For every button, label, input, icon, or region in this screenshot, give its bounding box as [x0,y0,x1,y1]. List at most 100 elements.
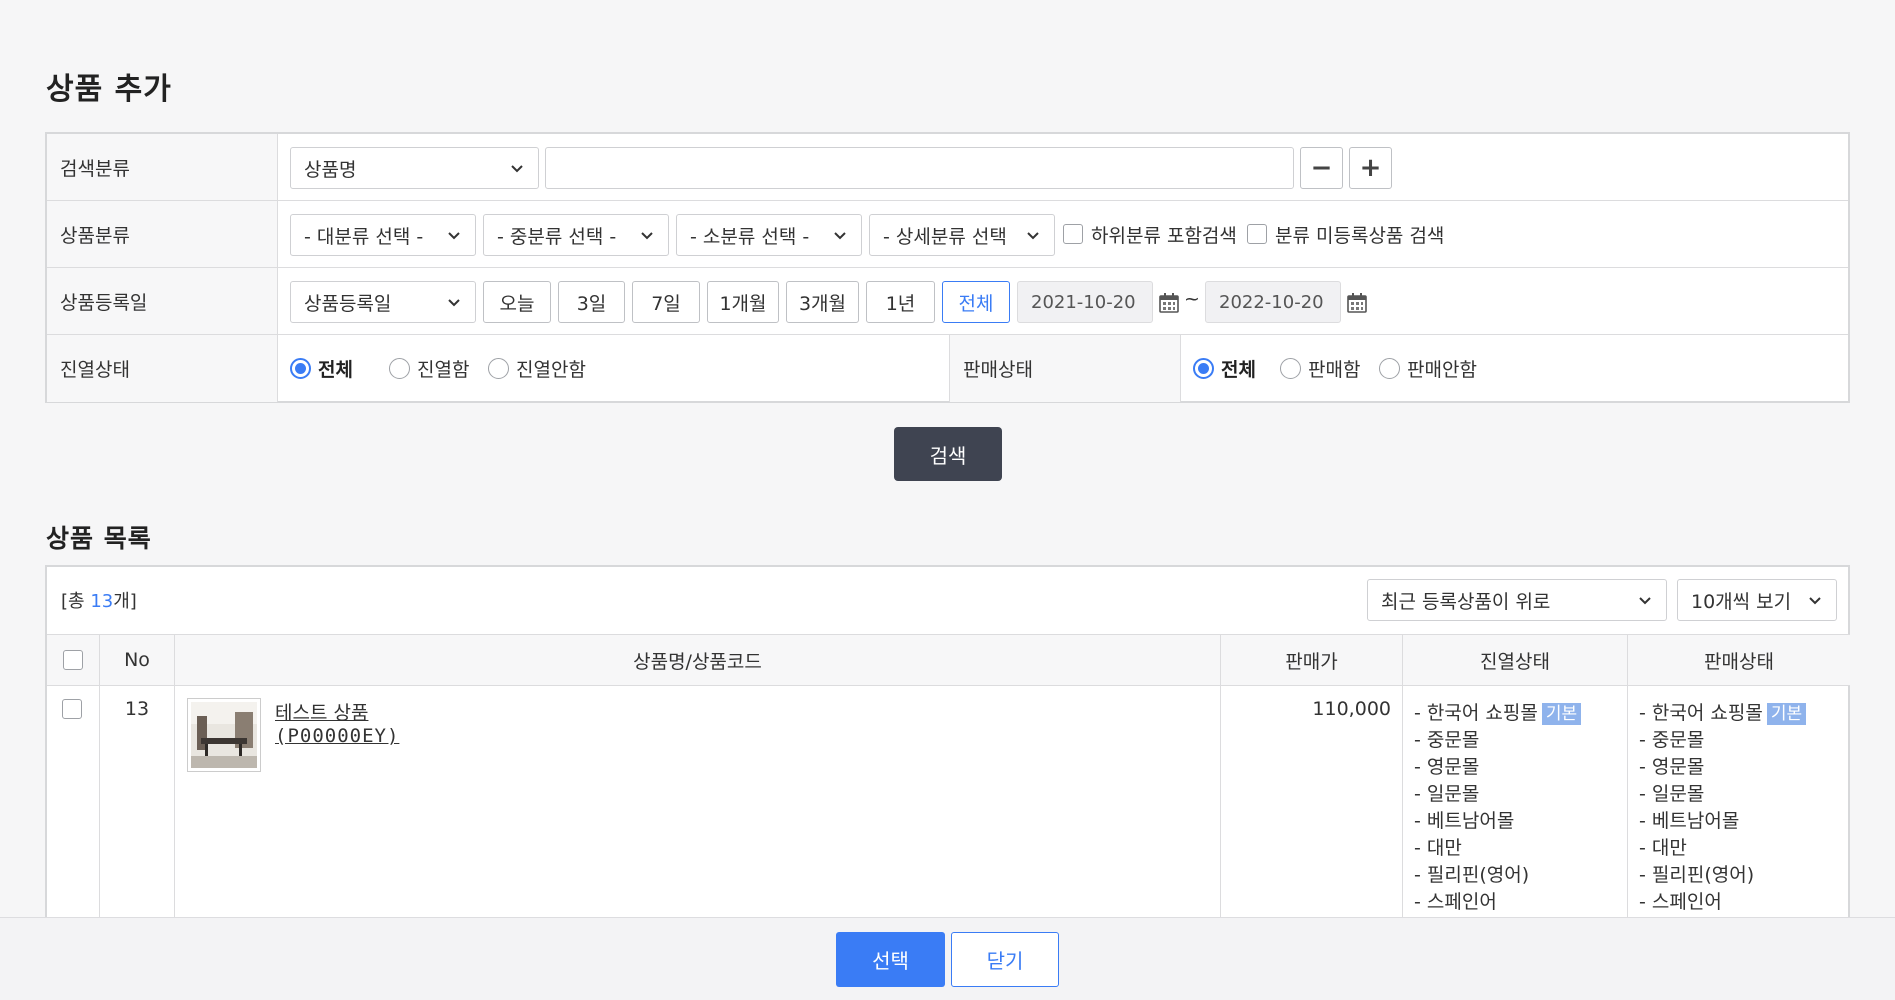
header-display: 진열상태 [1403,634,1628,686]
category-medium-select[interactable]: - 중분류 선택 - [483,214,669,256]
display-hidden-radio[interactable] [488,358,509,379]
calendar-icon[interactable] [1346,292,1368,314]
sort-select[interactable]: 최근 등록상품이 위로 [1367,579,1667,621]
page-title: 상품 추가 [46,72,172,107]
sale-mall-list: - 한국어 쇼핑몰 기본 - 중문몰 - 영문몰 - 일문몰 - 베트남어몰 - … [1628,686,1850,917]
row-status: 진열상태 전체 진열함 진열안함 판매상태 전체 판매함 판매안함 [47,335,1848,402]
sale-all-label[interactable]: 전체 [1221,355,1256,382]
search-form: 검색분류 상품명 − + 상품분류 - 대분류 선택 - - 중분류 선택 - … [45,132,1850,403]
minus-icon: − [1310,153,1333,183]
list-item: - 베트남어몰 [1414,810,1515,832]
chevron-down-icon [1639,597,1651,605]
period-today-button[interactable]: 오늘 [483,281,551,323]
list-item: - 베트남어몰 [1639,810,1740,832]
search-type-select[interactable]: 상품명 [290,147,539,189]
plus-icon: + [1359,153,1382,183]
date-separator: ~ [1184,288,1200,310]
sale-on-label[interactable]: 판매함 [1308,355,1360,382]
sale-off-label[interactable]: 판매안함 [1407,355,1477,382]
label-product-category: 상품분류 [47,201,278,267]
display-hidden-label[interactable]: 진열안함 [516,355,586,382]
list-item: - 필리핀(영어) [1414,864,1530,886]
close-button[interactable]: 닫기 [951,932,1059,987]
chevron-down-icon [1027,232,1039,240]
display-all-radio[interactable] [290,358,311,379]
sale-on-radio[interactable] [1280,358,1301,379]
header-sale: 판매상태 [1628,634,1850,686]
list-item: - 한국어 쇼핑몰 기본 [1414,698,1582,725]
display-all-label[interactable]: 전체 [318,355,353,382]
category-large-select[interactable]: - 대분류 선택 - [290,214,476,256]
select-button[interactable]: 선택 [836,932,945,987]
list-item: - 필리핀(영어) [1639,864,1755,886]
display-shown-radio[interactable] [389,358,410,379]
header-checkbox-cell [47,634,100,686]
label-display-status: 진열상태 [47,335,278,402]
default-badge: 기본 [1766,703,1807,725]
category-detail-select[interactable]: - 상세분류 선택 [869,214,1055,256]
sale-all-radio[interactable] [1193,358,1214,379]
total-count: [총 13개] [61,591,137,612]
list-item: - 중문몰 [1414,729,1480,751]
unregistered-label[interactable]: 분류 미등록상품 검색 [1275,221,1444,248]
chevron-down-icon [834,232,846,240]
date-to-input[interactable]: 2022-10-20 [1205,281,1341,323]
search-button[interactable]: 검색 [894,427,1002,481]
select-all-checkbox[interactable] [63,650,83,670]
product-add-page: 상품 추가 검색분류 상품명 − + 상품분류 - 대분류 선택 - - 중분류… [0,0,1895,917]
list-item: - 스페인어 [1414,891,1497,913]
label-sale-status: 판매상태 [950,335,1181,402]
label-reg-date: 상품등록일 [47,268,278,334]
period-3months-button[interactable]: 3개월 [786,281,859,323]
period-3days-button[interactable]: 3일 [558,281,625,323]
chevron-down-icon [1809,597,1821,605]
row-checkbox[interactable] [62,699,82,719]
product-code-link[interactable]: (P00000EY) [275,725,399,747]
sale-off-radio[interactable] [1379,358,1400,379]
category-small-select[interactable]: - 소분류 선택 - [676,214,862,256]
product-list: [총 13개] 최근 등록상품이 위로 10개씩 보기 No 상품명/상품코드 … [45,565,1850,917]
keyword-input[interactable] [545,147,1294,189]
header-name: 상품명/상품코드 [175,634,1221,686]
unregistered-checkbox[interactable] [1247,224,1267,244]
list-item: - 영문몰 [1414,756,1480,778]
row-reg-date: 상품등록일 상품등록일 오늘 3일 7일 1개월 3개월 1년 전체 2021-… [47,268,1848,335]
row-no: 13 [100,686,175,917]
row-search-type: 검색분류 상품명 − + [47,134,1848,201]
date-type-select[interactable]: 상품등록일 [290,281,476,323]
list-title: 상품 목록 [46,524,152,553]
list-item: - 대만 [1639,837,1687,859]
label-search-type: 검색분류 [47,134,278,200]
include-sub-label[interactable]: 하위분류 포함검색 [1091,221,1237,248]
period-7days-button[interactable]: 7일 [632,281,700,323]
display-mall-list: - 한국어 쇼핑몰 기본 - 중문몰 - 영문몰 - 일문몰 - 베트남어몰 - … [1403,686,1628,917]
product-price: 110,000 [1312,698,1391,720]
list-item: - 중문몰 [1639,729,1705,751]
chevron-down-icon [511,165,523,173]
footer-bar: 선택 닫기 [0,917,1895,1000]
include-sub-checkbox[interactable] [1063,224,1083,244]
product-image [191,702,257,768]
period-all-button[interactable]: 전체 [942,281,1010,323]
chevron-down-icon [641,232,653,240]
list-item: - 스페인어 [1639,891,1722,913]
product-name-link[interactable]: 테스트 상품 [275,698,368,725]
list-item: - 대만 [1414,837,1462,859]
remove-condition-button[interactable]: − [1300,147,1343,189]
chevron-down-icon [448,299,460,307]
default-badge: 기본 [1541,703,1582,725]
calendar-icon[interactable] [1158,292,1180,314]
list-item: - 한국어 쇼핑몰 기본 [1639,698,1807,725]
product-thumbnail[interactable] [187,698,261,772]
per-page-select[interactable]: 10개씩 보기 [1677,579,1837,621]
date-from-input[interactable]: 2021-10-20 [1017,281,1153,323]
display-shown-label[interactable]: 진열함 [417,355,469,382]
list-item: - 영문몰 [1639,756,1705,778]
header-no: No [100,634,175,686]
add-condition-button[interactable]: + [1349,147,1392,189]
search-type-value: 상품명 [304,158,357,181]
row-product-category: 상품분류 - 대분류 선택 - - 중분류 선택 - - 소분류 선택 - - … [47,201,1848,268]
period-1year-button[interactable]: 1년 [866,281,935,323]
chevron-down-icon [448,232,460,240]
period-1month-button[interactable]: 1개월 [707,281,779,323]
